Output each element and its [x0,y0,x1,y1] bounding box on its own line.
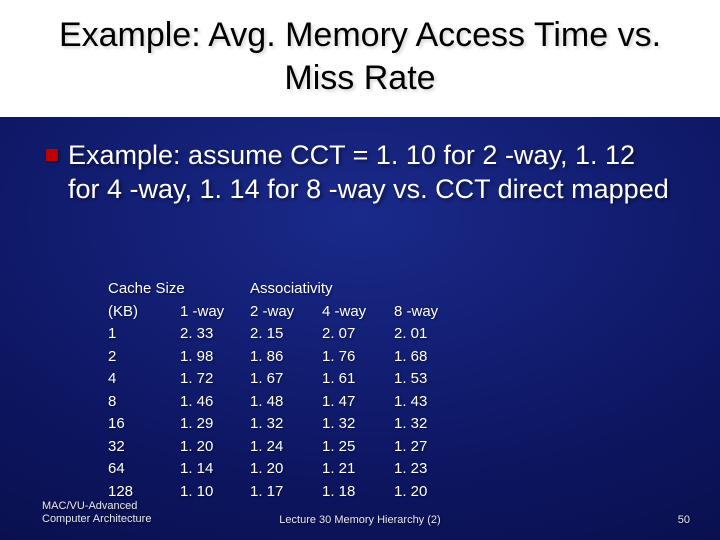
table-header-2: (KB) 1 -way 2 -way 4 -way 8 -way [108,301,464,324]
th-4way: 4 -way [322,301,394,324]
cell: 32 [108,436,180,459]
cell: 1. 20 [394,481,464,504]
table-row: 32 1. 20 1. 24 1. 25 1. 27 [108,436,464,459]
data-table: Cache Size Associativity (KB) 1 -way 2 -… [108,278,464,503]
footer-page-number: 50 [678,514,690,526]
cell: 1. 18 [322,481,394,504]
cell: 1. 27 [394,436,464,459]
cell: 1. 17 [250,481,322,504]
cell: 1. 47 [322,391,394,414]
cell: 1. 25 [322,436,394,459]
th-kb: (KB) [108,301,180,324]
cell: 64 [108,458,180,481]
cell: 4 [108,368,180,391]
table-row: 1 2. 33 2. 15 2. 07 2. 01 [108,323,464,346]
table-row: 4 1. 72 1. 67 1. 61 1. 53 [108,368,464,391]
body-text: Example: assume CCT = 1. 10 for 2 -way, … [0,117,720,207]
th-1way: 1 -way [180,301,250,324]
cell: 2 [108,346,180,369]
header-associativity: Associativity [250,278,464,301]
footer-left-line1: MAC/VU-Advanced [42,500,151,513]
cell: 1. 29 [180,413,250,436]
cell: 1. 24 [250,436,322,459]
slide-title: Example: Avg. Memory Access Time vs. Mis… [0,0,720,117]
cell: 1. 32 [250,413,322,436]
table-row: 128 1. 10 1. 17 1. 18 1. 20 [108,481,464,504]
table-row: 8 1. 46 1. 48 1. 47 1. 43 [108,391,464,414]
table-row: 2 1. 98 1. 86 1. 76 1. 68 [108,346,464,369]
cell: 1. 72 [180,368,250,391]
cell: 1. 98 [180,346,250,369]
cell: 16 [108,413,180,436]
cell: 1. 76 [322,346,394,369]
cell: 1. 32 [394,413,464,436]
cell: 1. 67 [250,368,322,391]
cell: 8 [108,391,180,414]
cell: 1. 10 [180,481,250,504]
body-content: Example: assume CCT = 1. 10 for 2 -way, … [68,140,669,204]
cell: 1. 32 [322,413,394,436]
cell: 1. 48 [250,391,322,414]
table-header-1: Cache Size Associativity [108,278,464,301]
footer-center: Lecture 30 Memory Hierarchy (2) [0,514,720,526]
th-2way: 2 -way [250,301,322,324]
table-row: 64 1. 14 1. 20 1. 21 1. 23 [108,458,464,481]
cell: 1. 46 [180,391,250,414]
cell: 1. 43 [394,391,464,414]
cell: 1. 20 [250,458,322,481]
cell: 2. 33 [180,323,250,346]
cell: 2. 15 [250,323,322,346]
cell: 1. 23 [394,458,464,481]
th-8way: 8 -way [394,301,464,324]
cell: 1. 20 [180,436,250,459]
cell: 1. 53 [394,368,464,391]
cell: 1. 61 [322,368,394,391]
bullet-icon [46,149,58,161]
table-row: 16 1. 29 1. 32 1. 32 1. 32 [108,413,464,436]
cell: 1. 68 [394,346,464,369]
cell: 1. 86 [250,346,322,369]
cell: 1. 14 [180,458,250,481]
cell: 2. 07 [322,323,394,346]
header-cache-size: Cache Size [108,278,250,301]
cell: 2. 01 [394,323,464,346]
cell: 1. 21 [322,458,394,481]
cell: 1 [108,323,180,346]
